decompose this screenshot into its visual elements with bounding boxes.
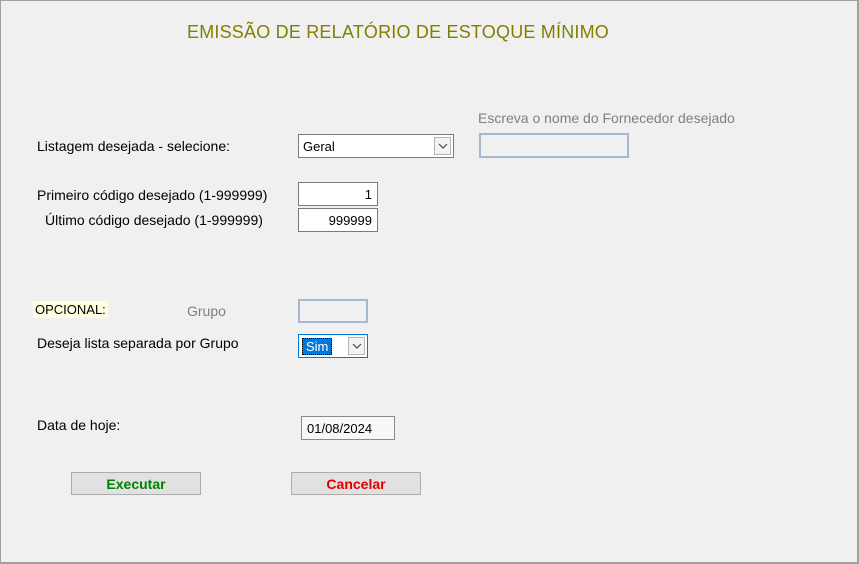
separada-select[interactable]: Sim bbox=[298, 334, 368, 358]
ultimo-codigo-label: Último código desejado (1-999999) bbox=[45, 212, 263, 228]
chevron-down-icon[interactable] bbox=[434, 137, 451, 155]
cancelar-button[interactable]: Cancelar bbox=[291, 472, 421, 495]
primeiro-codigo-label: Primeiro código desejado (1-999999) bbox=[37, 187, 268, 203]
listagem-label: Listagem desejada - selecione: bbox=[37, 138, 231, 154]
grupo-label: Grupo bbox=[187, 303, 226, 319]
separada-label: Deseja lista separada por Grupo bbox=[37, 335, 239, 351]
fornecedor-input[interactable] bbox=[479, 133, 629, 158]
data-hoje-label: Data de hoje: bbox=[37, 417, 121, 433]
data-hoje-input[interactable]: 01/08/2024 bbox=[301, 416, 395, 440]
fornecedor-label: Escreva o nome do Fornecedor desejado bbox=[478, 110, 735, 126]
ultimo-codigo-input[interactable]: 999999 bbox=[298, 208, 378, 232]
chevron-down-icon[interactable] bbox=[348, 337, 365, 355]
page-title: EMISSÃO DE RELATÓRIO DE ESTOQUE MÍNIMO bbox=[187, 22, 609, 42]
executar-button[interactable]: Executar bbox=[71, 472, 201, 495]
listagem-select[interactable]: Geral bbox=[298, 134, 454, 158]
primeiro-codigo-input[interactable]: 1 bbox=[298, 182, 378, 206]
listagem-select-value: Geral bbox=[303, 138, 335, 154]
opcional-label: OPCIONAL: bbox=[33, 301, 108, 318]
grupo-input[interactable] bbox=[298, 299, 368, 323]
separada-select-value: Sim bbox=[302, 337, 333, 355]
